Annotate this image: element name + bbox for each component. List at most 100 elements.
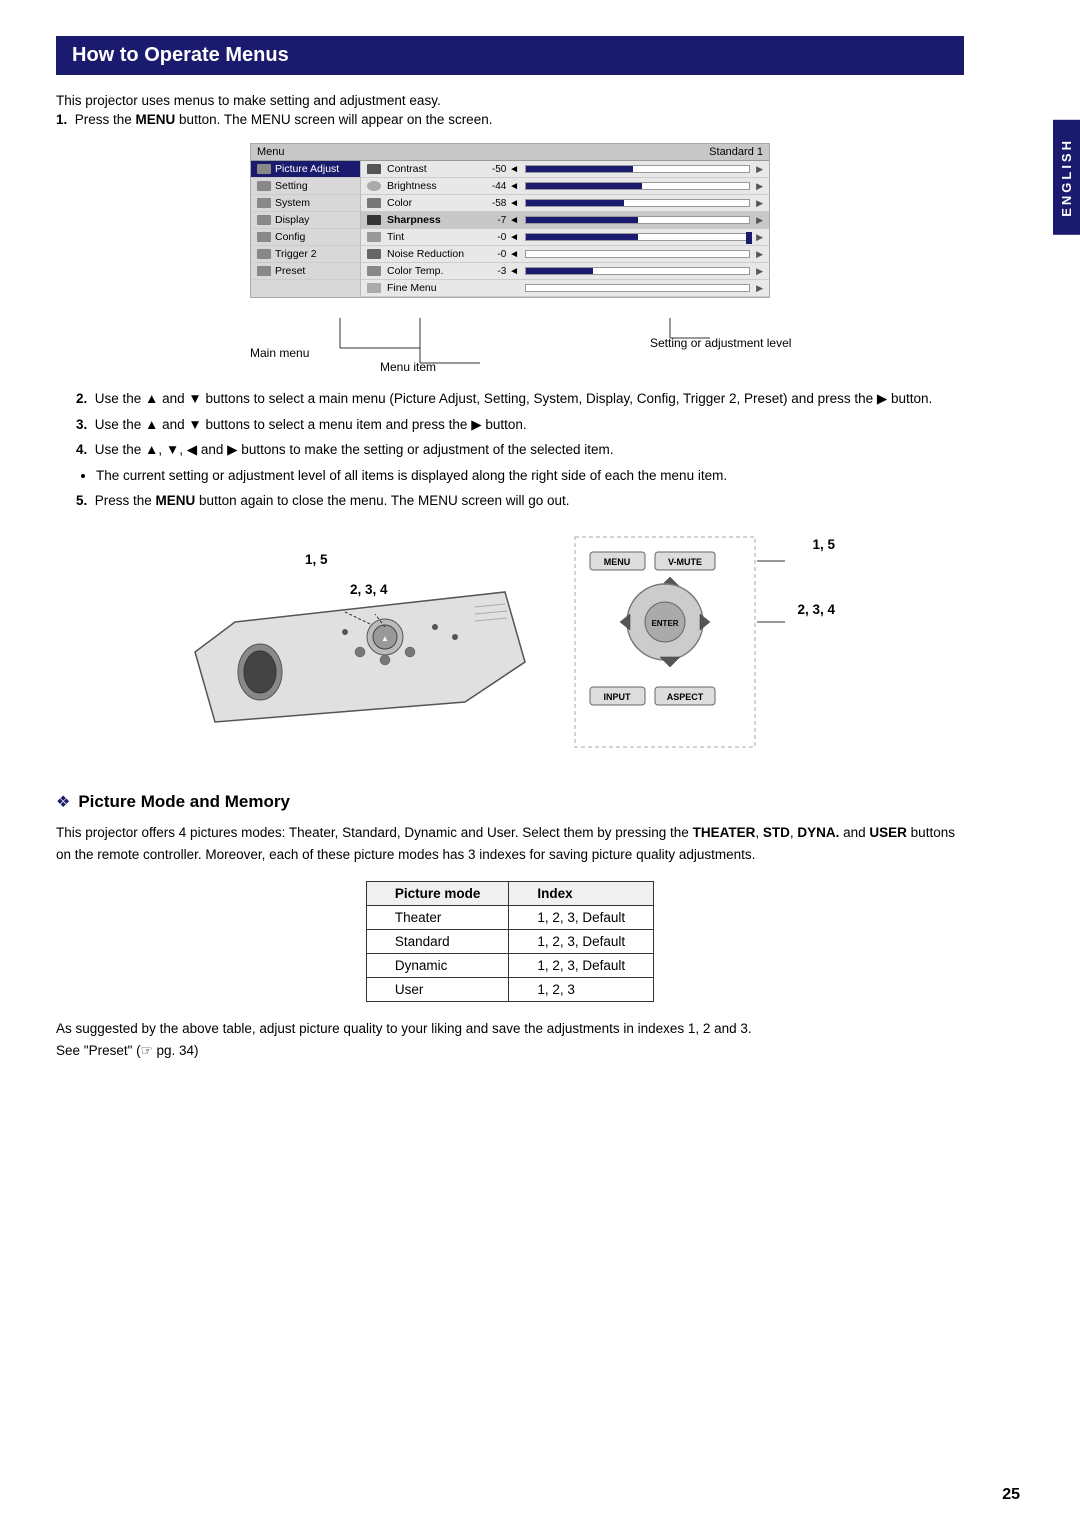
- section-title-bar: How to Operate Menus: [56, 36, 964, 75]
- fine-menu-bar: [525, 284, 750, 292]
- brightness-value: -44 ◄: [483, 181, 519, 192]
- menu-item-label: Trigger 2: [275, 248, 317, 260]
- step4: 4. Use the ▲, ▼, ◀ and ▶ buttons to make…: [76, 439, 964, 461]
- setting-level-label: Setting or adjustment level: [650, 336, 791, 350]
- menu-item-label: Setting: [275, 180, 308, 192]
- color-label: Color: [387, 197, 477, 209]
- svg-text:▲: ▲: [381, 634, 389, 643]
- contrast-label: Contrast: [387, 163, 477, 175]
- svg-text:ENTER: ENTER: [651, 619, 678, 628]
- main-menu-label: Main menu: [250, 346, 309, 360]
- brightness-right-arrow: ▶: [756, 181, 763, 192]
- menu-caption-area: Main menu Menu item Setting or adjustmen…: [56, 308, 964, 368]
- menu-row-color-temp: Color Temp. -3 ◄ ▶: [361, 263, 769, 280]
- diagrams-row: 1, 5 2, 3, 4 ▲: [56, 532, 964, 762]
- menu-left-col: Picture Adjust Setting System Display: [251, 161, 361, 297]
- menu-top-bar: Menu Standard 1: [251, 144, 769, 161]
- contrast-right-arrow: ▶: [756, 164, 763, 175]
- tint-right-arrow: ▶: [756, 232, 763, 243]
- menu-title: Menu: [257, 146, 285, 158]
- table-cell-standard-index: 1, 2, 3, Default: [509, 930, 654, 954]
- color-temp-bar: [525, 267, 750, 275]
- fine-menu-label: Fine Menu: [387, 282, 477, 294]
- color-right-arrow: ▶: [756, 198, 763, 209]
- picture-mode-table: Picture mode Index Theater 1, 2, 3, Defa…: [366, 881, 654, 1002]
- noise-reduction-bar: [525, 250, 750, 258]
- table-header-index: Index: [509, 882, 654, 906]
- color-temp-right-arrow: ▶: [756, 266, 763, 277]
- tint-label: Tint: [387, 231, 477, 243]
- menu-preset: Standard 1: [709, 146, 763, 158]
- color-bar: [525, 199, 750, 207]
- table-cell-user-mode: User: [366, 978, 509, 1002]
- noise-reduction-icon: [367, 249, 381, 259]
- menu-item-system: System: [251, 195, 360, 212]
- table-cell-dynamic-mode: Dynamic: [366, 954, 509, 978]
- tint-icon: [367, 232, 381, 242]
- svg-text:INPUT: INPUT: [604, 692, 632, 702]
- menu-item-label: Preset: [275, 265, 305, 277]
- menu-row-color: Color -58 ◄ ▶: [361, 195, 769, 212]
- table-cell-theater-index: 1, 2, 3, Default: [509, 906, 654, 930]
- brightness-icon: [367, 181, 381, 191]
- table-cell-dynamic-index: 1, 2, 3, Default: [509, 954, 654, 978]
- table-row-standard: Standard 1, 2, 3, Default: [366, 930, 653, 954]
- projector-diagram: 1, 5 2, 3, 4 ▲: [175, 532, 545, 762]
- projector-svg: ▲: [175, 562, 545, 772]
- setting-icon: [257, 181, 271, 191]
- menu-screenshot-container: Menu Standard 1 Picture Adjust Setting: [56, 143, 964, 298]
- menu-item-label: Picture Adjust: [275, 163, 339, 175]
- menu-screenshot: Menu Standard 1 Picture Adjust Setting: [250, 143, 770, 298]
- menu-row-fine-menu: Fine Menu ▶: [361, 280, 769, 297]
- menu-item-setting: Setting: [251, 178, 360, 195]
- tint-bar: [525, 233, 750, 241]
- menu-row-sharpness: Sharpness -7 ◄ ▶: [361, 212, 769, 229]
- color-temp-value: -3 ◄: [483, 266, 519, 277]
- table-row-theater: Theater 1, 2, 3, Default: [366, 906, 653, 930]
- menu-item-label: System: [275, 197, 310, 209]
- contrast-bar: [525, 165, 750, 173]
- tint-value: -0 ◄: [483, 232, 519, 243]
- brightness-label: Brightness: [387, 180, 477, 192]
- step5: 5. Press the MENU button again to close …: [76, 490, 964, 512]
- color-icon: [367, 198, 381, 208]
- menu-right-col: Contrast -50 ◄ ▶ Brightness -44 ◄: [361, 161, 769, 297]
- trigger2-icon: [257, 249, 271, 259]
- config-icon: [257, 232, 271, 242]
- step2: 2. Use the ▲ and ▼ buttons to select a m…: [76, 388, 964, 410]
- footer-note: As suggested by the above table, adjust …: [56, 1018, 964, 1061]
- sharpness-icon: [367, 215, 381, 225]
- step1-text: 1. Press the MENU button. The MENU scree…: [56, 112, 964, 127]
- svg-text:V-MUTE: V-MUTE: [668, 557, 702, 567]
- noise-reduction-right-arrow: ▶: [756, 249, 763, 260]
- contrast-value: -50 ◄: [483, 164, 519, 175]
- picture-adjust-icon: [257, 164, 271, 174]
- contrast-icon: [367, 164, 381, 174]
- menu-row-tint: Tint -0 ◄ ▶: [361, 229, 769, 246]
- footer-text2: See "Preset" (☞ pg. 34): [56, 1040, 964, 1062]
- noise-reduction-label: Noise Reduction: [387, 248, 477, 260]
- menu-row-noise-reduction: Noise Reduction -0 ◄ ▶: [361, 246, 769, 263]
- system-icon: [257, 198, 271, 208]
- fine-menu-right-arrow: ▶: [756, 283, 763, 294]
- brightness-bar: [525, 182, 750, 190]
- svg-text:MENU: MENU: [604, 557, 631, 567]
- menu-captions: Main menu Menu item Setting or adjustmen…: [250, 308, 770, 368]
- table-cell-user-index: 1, 2, 3: [509, 978, 654, 1002]
- noise-reduction-value: -0 ◄: [483, 249, 519, 260]
- section2-subtitle: ❖ Picture Mode and Memory: [56, 792, 964, 812]
- table-row-user: User 1, 2, 3: [366, 978, 653, 1002]
- color-temp-label: Color Temp.: [387, 265, 477, 277]
- remote-label-15: 1, 5: [812, 537, 835, 552]
- svg-text:ASPECT: ASPECT: [667, 692, 704, 702]
- menu-row-brightness: Brightness -44 ◄ ▶: [361, 178, 769, 195]
- step4-sub: The current setting or adjustment level …: [96, 465, 964, 487]
- menu-item-picture-adjust: Picture Adjust: [251, 161, 360, 178]
- table-header-mode: Picture mode: [366, 882, 509, 906]
- menu-body: Picture Adjust Setting System Display: [251, 161, 769, 297]
- menu-item-label: Display: [275, 214, 309, 226]
- sharpness-label: Sharpness: [387, 214, 477, 226]
- section-title: How to Operate Menus: [72, 44, 948, 67]
- menu-item-config: Config: [251, 229, 360, 246]
- picture-mode-intro: This projector offers 4 pictures modes: …: [56, 822, 964, 865]
